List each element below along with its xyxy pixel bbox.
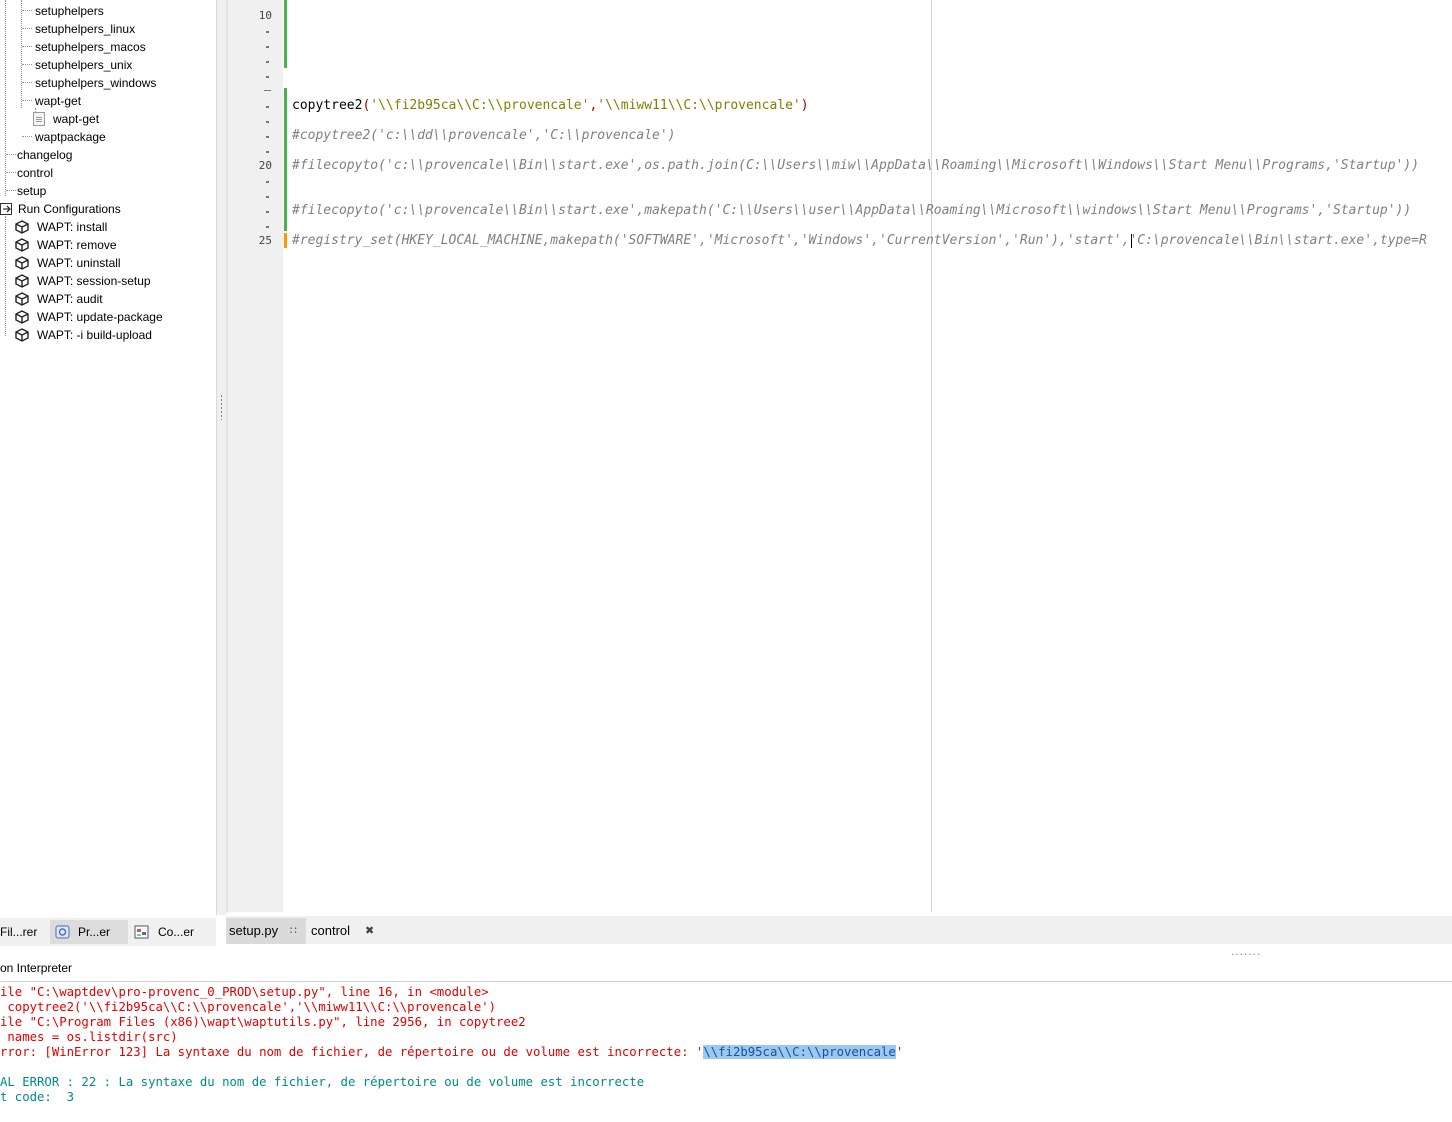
line-number: 20	[258, 159, 272, 172]
console-line: AL ERROR : 22 : La syntaxe du nom de fic…	[0, 1075, 645, 1089]
package-run-icon	[15, 310, 29, 324]
line-number: 25	[258, 234, 272, 247]
package-run-icon	[15, 328, 29, 342]
console-line: rror: [WinError 123] La syntaxe du nom d…	[0, 1045, 903, 1060]
tab-label: Co...er	[158, 925, 195, 939]
fold-dot	[266, 196, 269, 198]
run-config-label: WAPT: remove	[37, 238, 117, 252]
project-icon	[55, 925, 70, 939]
run-config-label: WAPT: audit	[37, 292, 103, 306]
fold-dot	[266, 226, 269, 228]
tab-label: Fil...rer	[0, 925, 38, 939]
fold-marker	[264, 90, 271, 91]
line-number-gutter	[228, 0, 283, 912]
package-run-icon	[15, 292, 29, 306]
close-tab-icon[interactable]: ✖	[365, 918, 374, 944]
tab-file-explorer[interactable]: Fil...rer	[0, 920, 48, 944]
fold-dot	[266, 31, 269, 33]
interpreter-title: on Interpreter	[0, 956, 1452, 982]
fold-dot	[266, 151, 269, 153]
code-line[interactable]: #copytree2('c:\\dd\\provencale','C:\\pro…	[292, 127, 676, 145]
unsaved-change-indicator	[284, 233, 287, 248]
fold-dot	[266, 121, 269, 123]
code-line[interactable]: copytree2('\\fi2b95ca\\C:\\provencale','…	[292, 97, 809, 115]
package-run-icon	[15, 256, 29, 270]
tab-control[interactable]: control ✖	[308, 918, 388, 944]
code-line[interactable]: #filecopyto('c:\\provencale\\Bin\\start.…	[292, 157, 1419, 175]
tree-item-changelog[interactable]: changelog	[17, 146, 72, 164]
change-indicator	[284, 88, 287, 231]
tree-item-wapt-get-file[interactable]: wapt-get	[53, 110, 99, 128]
console-line: ile "C:\Program Files (x86)\wapt\waptuti…	[0, 1015, 526, 1029]
tree-item-setuphelpers-unix[interactable]: setuphelpers_unix	[35, 56, 132, 74]
run-configurations-icon	[0, 203, 12, 215]
code-line[interactable]: #filecopyto('c:\\provencale\\Bin\\start.…	[292, 202, 1411, 220]
edge-line	[931, 0, 932, 912]
fold-dot	[266, 136, 269, 138]
fold-dot	[266, 106, 269, 108]
tab-label: control	[311, 923, 351, 938]
tree-item-wapt-get[interactable]: wapt-get	[35, 92, 81, 110]
run-config-label: WAPT: uninstall	[37, 256, 121, 270]
console-text: rror: [WinError 123] La syntaxe du nom d…	[0, 1045, 704, 1059]
python-file-icon	[33, 112, 45, 126]
package-run-icon	[15, 238, 29, 252]
close-tab-icon[interactable]: ∷	[290, 918, 297, 944]
run-configurations-label[interactable]: Run Configurations	[18, 200, 121, 218]
console-line: ile "C:\waptdev\pro-provenc_0_PROD\setup…	[0, 985, 489, 999]
tree-item-setuphelpers-macos[interactable]: setuphelpers_macos	[35, 38, 146, 56]
tab-label: Pr...er	[78, 925, 111, 939]
console-line: names = os.listdir(src)	[0, 1030, 178, 1044]
code-line[interactable]: #registry_set(HKEY_LOCAL_MACHINE,makepat…	[292, 232, 1427, 250]
project-tree: setuphelpers setuphelpers_linux setuphel…	[0, 0, 216, 915]
code-token: copytree2	[292, 98, 363, 113]
tree-item-setup[interactable]: setup	[17, 182, 46, 200]
tree-item-control[interactable]: control	[17, 164, 53, 182]
change-indicator	[284, 0, 287, 68]
code-token: '\\miww11\\C:\\provencale'	[597, 98, 801, 113]
line-number: 10	[258, 9, 272, 22]
text-cursor	[1131, 234, 1132, 248]
package-run-icon	[15, 274, 29, 288]
console-text: '	[895, 1045, 904, 1059]
splitter-grip-icon	[220, 394, 223, 420]
tab-project-explorer[interactable]: Pr...er	[50, 920, 128, 944]
code-token: )	[800, 98, 809, 113]
fold-dot	[266, 61, 269, 63]
tree-item-setuphelpers-linux[interactable]: setuphelpers_linux	[35, 20, 135, 38]
code-explorer-icon	[134, 925, 149, 939]
tab-setup-py[interactable]: setup.py ∷	[226, 918, 306, 944]
interpreter-console[interactable]: ile "C:\waptdev\pro-provenc_0_PROD\setup…	[0, 985, 1452, 1122]
run-config-label: WAPT: update-package	[37, 310, 163, 324]
run-config-label: WAPT: session-setup	[37, 274, 151, 288]
fold-dot	[266, 181, 269, 183]
run-config-label: WAPT: install	[37, 220, 108, 234]
tab-code-explorer[interactable]: Co...er	[130, 920, 210, 944]
left-panel-tabs: Fil...rer Pr...er Co...er	[0, 918, 216, 946]
selected-text: \\fi2b95ca\\C:\\provencale	[703, 1045, 896, 1059]
tree-item-waptpackage[interactable]: waptpackage	[35, 128, 106, 146]
editor-tabs: setup.py ∷ control ✖	[226, 916, 1452, 944]
run-config-label: WAPT: -i build-upload	[37, 328, 152, 342]
package-run-icon	[15, 220, 29, 234]
tab-label: setup.py	[229, 923, 279, 938]
tree-item-setuphelpers-windows[interactable]: setuphelpers_windows	[35, 74, 156, 92]
tree-item-setuphelpers[interactable]: setuphelpers	[35, 2, 104, 20]
code-token: '\\fi2b95ca\\C:\\provencale'	[370, 98, 590, 113]
console-line: copytree2('\\fi2b95ca\\C:\\provencale','…	[0, 1000, 497, 1014]
fold-dot	[266, 211, 269, 213]
fold-dot	[266, 46, 269, 48]
console-line: t code: 3	[0, 1090, 75, 1104]
fold-dot	[266, 76, 269, 78]
